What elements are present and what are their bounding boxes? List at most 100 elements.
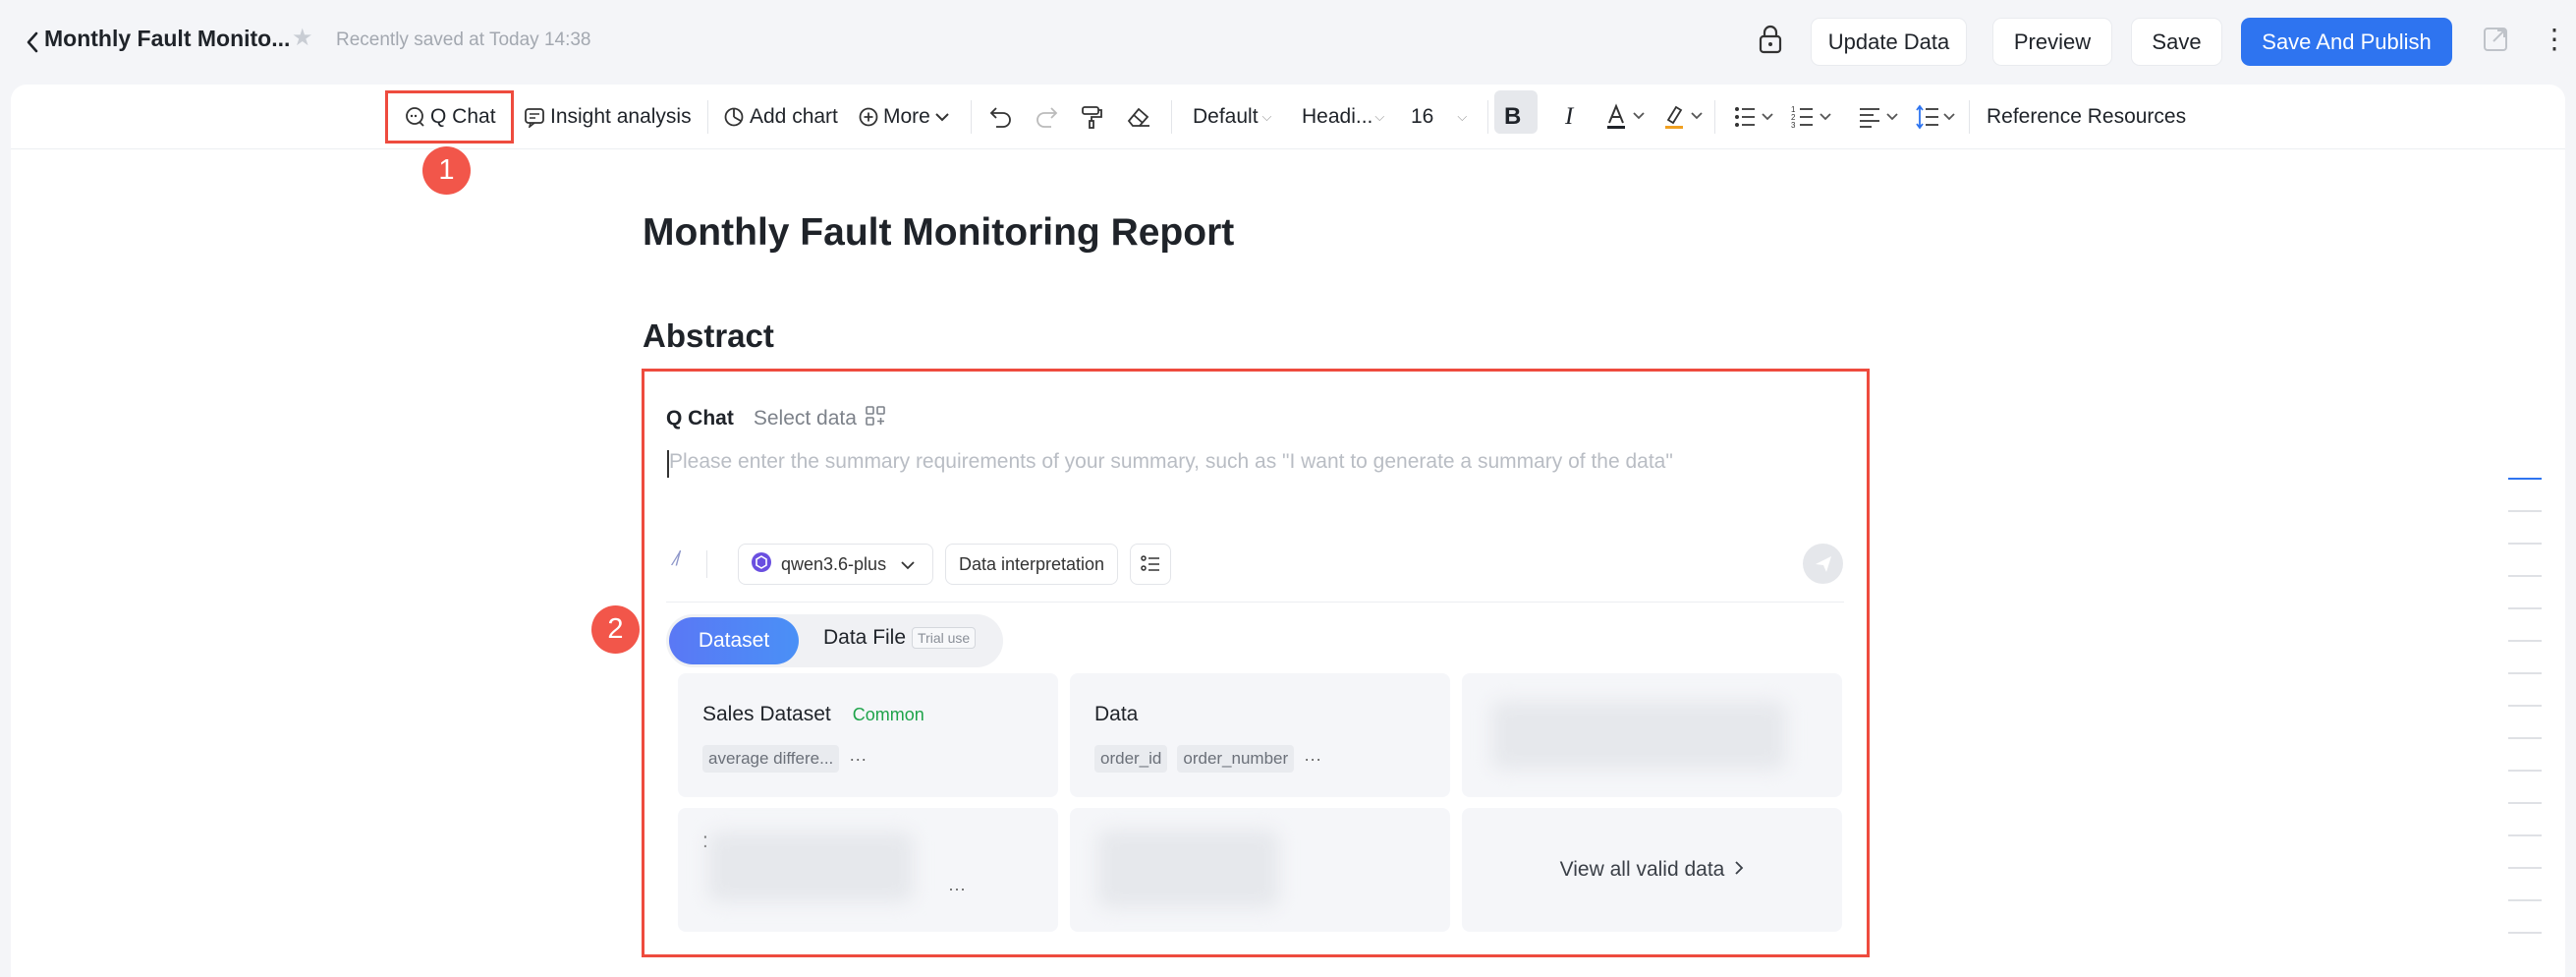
heading-value: Headi...: [1302, 105, 1373, 128]
options-list-icon[interactable]: [1130, 544, 1171, 585]
dataset-card[interactable]: Sales Dataset Common average differe... ·…: [678, 673, 1058, 797]
view-all-link[interactable]: View all valid data: [1462, 808, 1842, 932]
select-data-button[interactable]: Select data: [754, 405, 886, 432]
trial-use-badge: Trial use: [912, 627, 977, 649]
outline-tick[interactable]: [2508, 543, 2542, 545]
grid-plus-icon: [865, 405, 886, 432]
more-fields-icon: ···: [1304, 748, 1322, 769]
saved-status: Recently saved at Today 14:38: [336, 29, 591, 50]
more-button[interactable]: More: [858, 101, 950, 133]
view-all-label: View all valid data: [1559, 858, 1725, 881]
align-icon[interactable]: [1858, 101, 1901, 133]
step-badge-2: 2: [591, 605, 640, 654]
more-fields-icon: ···: [849, 748, 868, 769]
insight-icon: [524, 106, 545, 128]
dataset-card-blurred[interactable]: [1462, 673, 1842, 797]
font-color-icon[interactable]: [1604, 101, 1648, 133]
dataset-card[interactable]: Data order_id order_number ···: [1070, 673, 1450, 797]
step-badge-1: 1: [422, 146, 471, 195]
outline-tick-active[interactable]: [2508, 478, 2542, 480]
more-fields-icon: ···: [948, 879, 966, 898]
outline-tick[interactable]: [2508, 705, 2542, 707]
select-data-label: Select data: [753, 407, 857, 430]
reference-resources-button[interactable]: Reference Resources: [1987, 101, 2186, 133]
blurred-content: [1491, 701, 1786, 770]
data-file-label: Data File: [823, 626, 907, 649]
insight-analysis-button[interactable]: Insight analysis: [524, 101, 692, 133]
redo-icon[interactable]: [1034, 101, 1061, 133]
section-heading: Abstract: [643, 317, 774, 354]
field-chip: order_number: [1177, 745, 1295, 773]
outline-tick[interactable]: [2508, 510, 2542, 512]
outline-tick[interactable]: [2508, 575, 2542, 577]
svg-text:3: 3: [1791, 121, 1796, 130]
update-data-button[interactable]: Update Data: [1811, 18, 1967, 66]
bold-icon[interactable]: B: [1504, 101, 1521, 133]
add-chart-button[interactable]: Add chart: [723, 101, 838, 133]
font-size-value: 16: [1411, 105, 1434, 128]
outline-tick[interactable]: [2508, 834, 2542, 836]
model-value: qwen3.6-plus: [781, 553, 887, 574]
outline-tick[interactable]: [2508, 899, 2542, 901]
q-chat-panel-header: Q Chat Select data: [666, 405, 886, 432]
more-label: More: [883, 105, 930, 128]
outline-tick[interactable]: [2508, 867, 2542, 869]
data-interpretation-button[interactable]: Data interpretation: [945, 544, 1118, 585]
common-tag: Common: [852, 705, 924, 724]
star-icon[interactable]: ★: [292, 27, 313, 50]
field-chips: average differe... ···: [702, 745, 867, 773]
font-family-select[interactable]: Default ⌵: [1193, 101, 1271, 133]
save-button[interactable]: Save: [2131, 18, 2222, 66]
more-options-icon[interactable]: ⋮: [2541, 26, 2568, 53]
italic-icon[interactable]: I: [1565, 101, 1573, 133]
model-select[interactable]: qwen3.6-plus: [738, 544, 933, 585]
highlight-color-icon[interactable]: [1662, 101, 1706, 133]
tab-dataset[interactable]: Dataset: [669, 617, 799, 664]
tab-data-file[interactable]: Data File Trial use: [823, 626, 977, 650]
chevron-down-icon: ⌵: [1261, 109, 1272, 124]
chevron-down-icon: ⌵: [1374, 109, 1385, 124]
open-external-icon[interactable]: [2482, 26, 2509, 58]
field-chip: order_id: [1094, 745, 1168, 773]
q-chat-panel-label: Q Chat: [666, 407, 734, 430]
toolbar-divider: [1714, 100, 1715, 134]
page-title: Monthly Fault Monitoring Report: [643, 211, 1235, 254]
pie-chart-icon: [723, 106, 745, 128]
toolbar-divider: [971, 100, 972, 134]
plus-circle-icon: [858, 106, 879, 128]
outline-tick[interactable]: [2508, 770, 2542, 772]
dataset-card-blurred[interactable]: : ···: [678, 808, 1058, 932]
add-chart-label: Add chart: [750, 105, 838, 128]
font-family-value: Default: [1193, 105, 1259, 128]
view-all-card[interactable]: View all valid data: [1462, 808, 1842, 932]
heading-select[interactable]: Headi... ⌵: [1302, 101, 1384, 133]
outline-tick[interactable]: [2508, 802, 2542, 804]
outline-tick[interactable]: [2508, 932, 2542, 934]
numbered-list-icon[interactable]: 123: [1791, 101, 1834, 133]
magic-wand-icon[interactable]: ⁄̸: [675, 548, 678, 571]
eraser-icon[interactable]: [1125, 101, 1152, 133]
outline-tick[interactable]: [2508, 607, 2542, 609]
dataset-card-title: Sales Dataset Common: [702, 703, 924, 726]
preview-button[interactable]: Preview: [1992, 18, 2112, 66]
panel-divider: [666, 602, 1844, 603]
summary-input[interactable]: Please enter the summary requirements of…: [669, 450, 1673, 474]
font-size-select[interactable]: 16 ⌵: [1411, 101, 1467, 133]
outline-tick[interactable]: [2508, 672, 2542, 674]
q-chat-highlight-box: [385, 90, 514, 144]
line-height-icon[interactable]: [1915, 101, 1958, 133]
chevron-down-icon: ⌵: [1457, 109, 1468, 124]
undo-icon[interactable]: [986, 101, 1014, 133]
model-logo-icon: [751, 551, 772, 578]
send-icon[interactable]: [1803, 544, 1843, 584]
outline-tick[interactable]: [2508, 737, 2542, 739]
dataset-card-blurred[interactable]: [1070, 808, 1450, 932]
chevron-right-icon: [1734, 858, 1744, 882]
lock-icon[interactable]: [1757, 24, 1784, 60]
save-and-publish-button[interactable]: Save And Publish: [2241, 18, 2452, 66]
chevron-down-icon: [934, 111, 950, 123]
outline-tick[interactable]: [2508, 640, 2542, 642]
bullet-list-icon[interactable]: [1733, 101, 1776, 133]
input-divider: [706, 550, 707, 578]
format-painter-icon[interactable]: [1080, 101, 1105, 133]
